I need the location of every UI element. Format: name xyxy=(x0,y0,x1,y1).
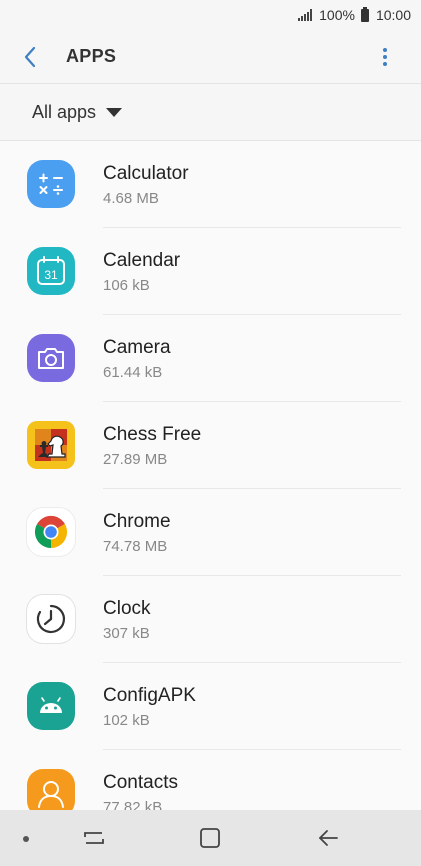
home-icon xyxy=(200,828,220,848)
app-name: Calendar xyxy=(103,250,181,271)
list-item-configapk[interactable]: ConfigAPK 102 kB xyxy=(0,663,421,750)
app-name: ConfigAPK xyxy=(103,685,196,706)
navigation-bar xyxy=(0,810,421,866)
calendar-day-text: 31 xyxy=(44,268,58,282)
app-size: 74.78 MB xyxy=(103,538,168,555)
camera-icon xyxy=(27,334,75,382)
calendar-icon: 31 xyxy=(27,247,75,295)
app-name: Contacts xyxy=(103,772,178,793)
app-size: 102 kB xyxy=(103,712,150,729)
android-icon xyxy=(27,682,75,730)
list-item-calculator[interactable]: Calculator 4.68 MB xyxy=(0,141,421,228)
list-item-calendar[interactable]: 31 Calendar 106 kB xyxy=(0,228,421,315)
app-name: Calculator xyxy=(103,163,189,184)
back-nav-button[interactable] xyxy=(313,824,343,852)
app-bar: APPS xyxy=(0,30,421,84)
signal-icon xyxy=(298,9,313,21)
app-size: 307 kB xyxy=(103,625,150,642)
back-button[interactable] xyxy=(0,30,60,84)
recent-apps-button[interactable] xyxy=(79,824,109,852)
app-filter-dropdown[interactable]: All apps xyxy=(0,84,421,141)
app-name: Chess Free xyxy=(103,424,202,445)
list-item-chess-free[interactable]: Chess Free 27.89 MB xyxy=(0,402,421,489)
status-bar: 100% 10:00 xyxy=(0,0,421,30)
app-size: 27.89 MB xyxy=(103,451,168,468)
page-title: APPS xyxy=(66,46,117,66)
more-options-button[interactable] xyxy=(365,30,405,84)
app-name: Clock xyxy=(103,598,151,619)
app-size: 106 kB xyxy=(103,277,150,294)
filter-label: All apps xyxy=(32,101,97,122)
app-list: Calculator 4.68 MB 31 Calendar 106 kB Ca… xyxy=(0,141,421,810)
app-size: 77.82 kB xyxy=(103,799,163,810)
list-item-camera[interactable]: Camera 61.44 kB xyxy=(0,315,421,402)
dropdown-arrow-icon xyxy=(106,107,123,117)
list-item-chrome[interactable]: Chrome 74.78 MB xyxy=(0,489,421,576)
recent-apps-icon xyxy=(84,832,104,844)
back-arrow-icon xyxy=(319,830,338,846)
clock-icon xyxy=(27,595,75,643)
chrome-icon xyxy=(27,508,75,556)
list-item-clock[interactable]: Clock 307 kB xyxy=(0,576,421,663)
chess-icon xyxy=(27,421,75,469)
battery-percent: 100% xyxy=(319,7,355,23)
nav-dot-icon xyxy=(23,836,29,842)
list-item-contacts[interactable]: Contacts 77.82 kB xyxy=(0,750,421,810)
app-name: Chrome xyxy=(103,511,171,532)
app-size: 4.68 MB xyxy=(103,190,159,207)
chevron-left-icon xyxy=(24,46,36,67)
calculator-icon xyxy=(27,160,75,208)
clock-time: 10:00 xyxy=(375,7,411,23)
app-name: Camera xyxy=(103,337,171,358)
battery-icon xyxy=(360,6,369,22)
home-button[interactable] xyxy=(195,824,225,852)
contacts-icon xyxy=(27,769,75,810)
app-size: 61.44 kB xyxy=(103,364,163,381)
